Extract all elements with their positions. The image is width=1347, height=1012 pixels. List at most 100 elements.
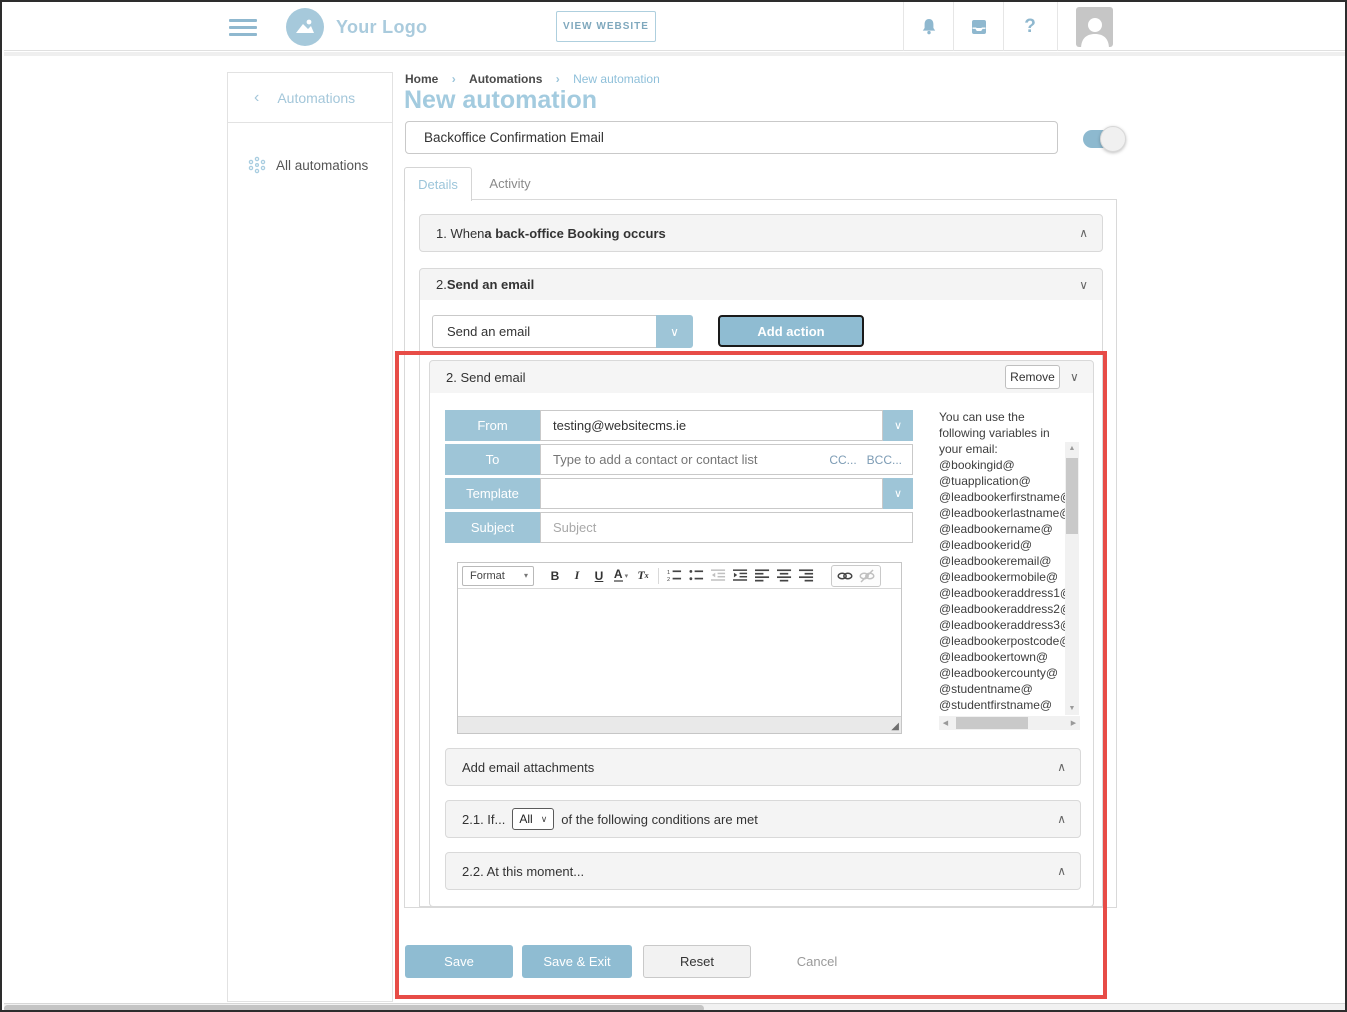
send-email-card-title: 2. Send email — [446, 370, 526, 385]
action-type-select[interactable]: Send an email — [432, 315, 656, 348]
condition-suffix: of the following conditions are met — [561, 812, 758, 827]
breadcrumb-automations[interactable]: Automations — [469, 72, 542, 86]
ordered-list-button[interactable]: 1 2 — [663, 566, 685, 586]
header-divider — [953, 2, 954, 51]
tab-activity[interactable]: Activity — [472, 167, 548, 200]
action-type-dropdown-button[interactable]: ∨ — [656, 315, 693, 348]
page-title: New automation — [404, 86, 597, 115]
underline-button[interactable]: U — [588, 566, 610, 586]
remove-action-button[interactable]: Remove — [1005, 365, 1060, 389]
enabled-toggle[interactable] — [1083, 130, 1121, 148]
from-label: From — [445, 410, 540, 441]
chevron-down-icon: ∨ — [894, 419, 902, 432]
variable-item: @leadbookercounty@ — [939, 665, 1065, 681]
select-arrow-icon: ∨ — [541, 814, 548, 825]
align-center-button[interactable] — [773, 566, 795, 586]
page-scroll-thumb[interactable] — [4, 1005, 704, 1012]
svg-text:1: 1 — [667, 570, 670, 576]
variable-item: @leadbookertown@ — [939, 649, 1065, 665]
inbox-icon[interactable] — [959, 2, 999, 51]
align-right-button[interactable] — [795, 566, 817, 586]
app-window: Your Logo VIEW WEBSITE ? — [0, 0, 1347, 1012]
editor-toolbar: Format ▾ B I U A ▾ Tx 1 2 — [458, 563, 901, 589]
breadcrumb-current: New automation — [573, 72, 660, 86]
cc-link[interactable]: CC... — [829, 453, 856, 467]
chevron-down-icon: ∨ — [1079, 278, 1088, 292]
email-body-textarea[interactable] — [458, 589, 901, 716]
save-button[interactable]: Save — [405, 945, 513, 978]
subject-label: Subject — [445, 512, 540, 543]
italic-button[interactable]: I — [566, 566, 588, 586]
condition-match-select[interactable]: All ∨ — [512, 808, 554, 830]
chevron-up-icon: ∧ — [1079, 226, 1088, 240]
increase-indent-button[interactable] — [729, 566, 751, 586]
resize-handle-icon[interactable]: ◢ — [891, 721, 899, 732]
accordion-conditions[interactable]: 2.1. If... All ∨ of the following condit… — [445, 800, 1081, 838]
from-input[interactable] — [540, 410, 883, 441]
horizontal-scroll-thumb[interactable] — [956, 717, 1028, 729]
accordion-add-email-attachments[interactable]: Add email attachments ∧ — [445, 748, 1081, 786]
scroll-left-arrow-icon[interactable]: ◀ — [939, 716, 952, 730]
text-color-button[interactable]: A ▾ — [610, 566, 632, 586]
page-horizontal-scrollbar — [4, 1003, 1347, 1012]
breadcrumb-separator-icon: › — [452, 72, 456, 86]
chevron-up-icon: ∧ — [1057, 760, 1066, 774]
link-button-group — [831, 565, 881, 587]
top-header: Your Logo VIEW WEBSITE ? — [4, 2, 1347, 51]
to-input[interactable] — [541, 452, 829, 467]
view-website-button[interactable]: VIEW WEBSITE — [556, 11, 656, 42]
tab-details[interactable]: Details — [404, 167, 472, 201]
from-dropdown-button[interactable]: ∨ — [883, 410, 913, 441]
variable-item: @leadbookerlastname@ — [939, 505, 1065, 521]
add-action-button[interactable]: Add action — [718, 315, 864, 347]
remove-format-button[interactable]: Tx — [632, 566, 654, 586]
variable-item: @leadbookeraddress2@ — [939, 601, 1065, 617]
send-email-card-header[interactable]: 2. Send email — [429, 360, 1094, 394]
variable-item: @leadbookername@ — [939, 521, 1065, 537]
logo[interactable]: Your Logo — [286, 8, 427, 46]
chevron-down-icon: ∨ — [894, 487, 902, 500]
variables-vertical-scrollbar: ▲ ▼ — [1065, 442, 1079, 715]
accordion-when-booking-occurs[interactable]: 1. When a back-office Booking occurs ∧ — [419, 214, 1103, 252]
reset-button[interactable]: Reset — [643, 945, 751, 978]
variables-intro: You can use the following variables in y… — [939, 409, 1065, 457]
editor-footer: ◢ — [458, 716, 901, 733]
align-left-button[interactable] — [751, 566, 773, 586]
template-input[interactable] — [540, 478, 883, 509]
sidebar-title: Automations — [277, 90, 355, 106]
action-type-value: Send an email — [447, 324, 530, 339]
template-dropdown-button[interactable]: ∨ — [883, 478, 913, 509]
automation-name-input[interactable] — [405, 121, 1058, 154]
chevron-down-icon[interactable]: ∨ — [1070, 370, 1079, 384]
logo-text: Your Logo — [336, 17, 427, 38]
dropdown-arrow-icon: ▾ — [524, 571, 528, 580]
accordion-send-an-email[interactable]: 2. Send an email ∨ — [419, 268, 1103, 301]
breadcrumb-separator-icon: › — [556, 72, 560, 86]
help-icon[interactable]: ? — [1010, 2, 1050, 51]
scroll-up-arrow-icon[interactable]: ▲ — [1065, 442, 1079, 455]
email-body-editor: Format ▾ B I U A ▾ Tx 1 2 — [457, 562, 902, 734]
save-and-exit-button[interactable]: Save & Exit — [522, 945, 632, 978]
format-dropdown[interactable]: Format ▾ — [462, 566, 534, 586]
vertical-scroll-thumb[interactable] — [1066, 458, 1078, 534]
automation-nodes-icon — [248, 156, 266, 174]
user-avatar[interactable] — [1076, 7, 1113, 47]
bullet-list-button[interactable] — [685, 566, 707, 586]
collapse-sidebar-icon[interactable]: ‹ — [254, 89, 259, 107]
bcc-link[interactable]: BCC... — [867, 453, 902, 467]
attachments-label: Add email attachments — [462, 760, 594, 775]
accordion-at-this-moment[interactable]: 2.2. At this moment... ∧ — [445, 852, 1081, 890]
condition-prefix: 2.1. If... — [462, 812, 505, 827]
sidebar-item-all-automations[interactable]: All automations — [228, 141, 392, 189]
scroll-down-arrow-icon[interactable]: ▼ — [1065, 702, 1079, 715]
cancel-button[interactable]: Cancel — [779, 945, 855, 978]
subject-input[interactable] — [540, 512, 913, 543]
chevron-down-icon: ∨ — [670, 325, 679, 339]
bold-button[interactable]: B — [544, 566, 566, 586]
scroll-right-arrow-icon[interactable]: ▶ — [1067, 716, 1080, 730]
breadcrumb-home[interactable]: Home — [405, 72, 438, 86]
logo-image-icon — [286, 8, 324, 46]
notifications-bell-icon[interactable] — [909, 2, 949, 51]
insert-link-button[interactable] — [834, 566, 856, 586]
hamburger-menu-icon[interactable] — [229, 15, 257, 39]
